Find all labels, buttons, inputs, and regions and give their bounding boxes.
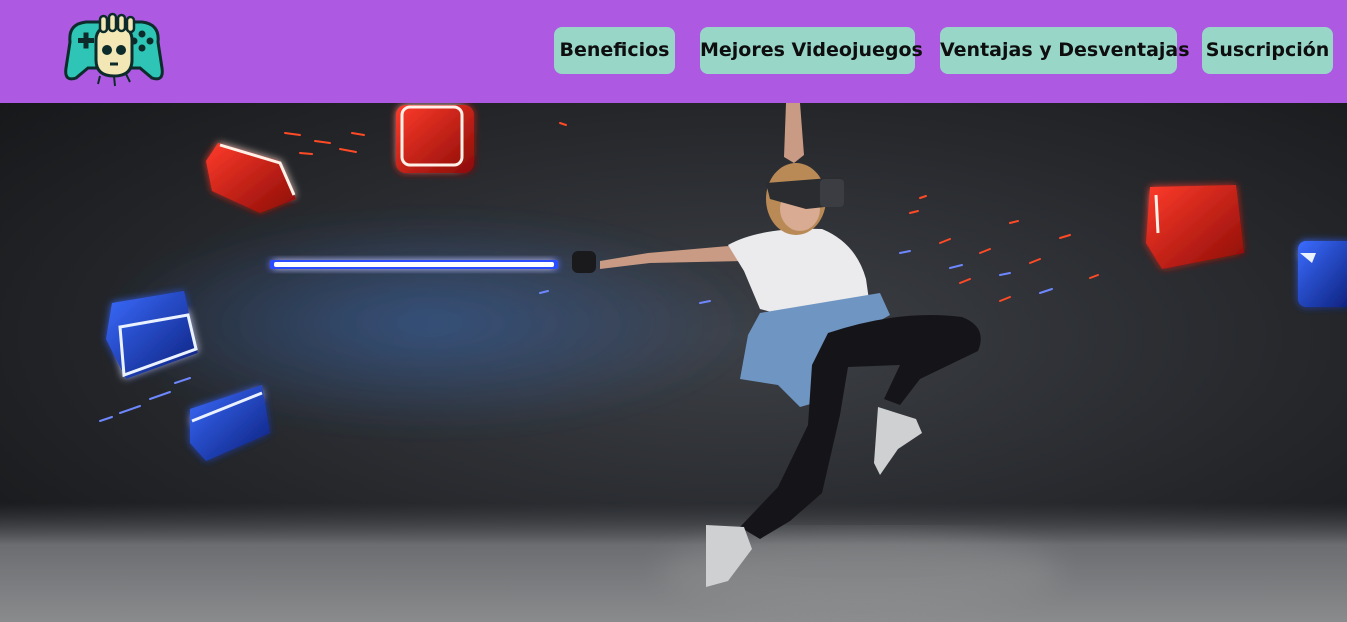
nav-suscripcion-button[interactable]: Suscripción	[1202, 27, 1333, 74]
page: Beneficios Mejores Videojuegos Ventajas …	[0, 0, 1347, 622]
nav-ventajas-desventajas-button[interactable]: Ventajas y Desventajas	[940, 27, 1190, 74]
nav-mejores-videojuegos-button[interactable]: Mejores Videojuegos	[700, 27, 923, 74]
hero-banner	[0, 103, 1347, 622]
blue-cube-3	[1298, 241, 1347, 307]
nav-beneficios-button[interactable]: Beneficios	[554, 27, 675, 74]
top-navbar: Beneficios Mejores Videojuegos Ventajas …	[0, 0, 1347, 103]
vr-dancer-image	[0, 103, 1347, 622]
red-cube-2	[396, 105, 474, 173]
blue-lightsaber	[270, 260, 558, 269]
gamepad-skull-logo-icon[interactable]	[60, 12, 168, 88]
